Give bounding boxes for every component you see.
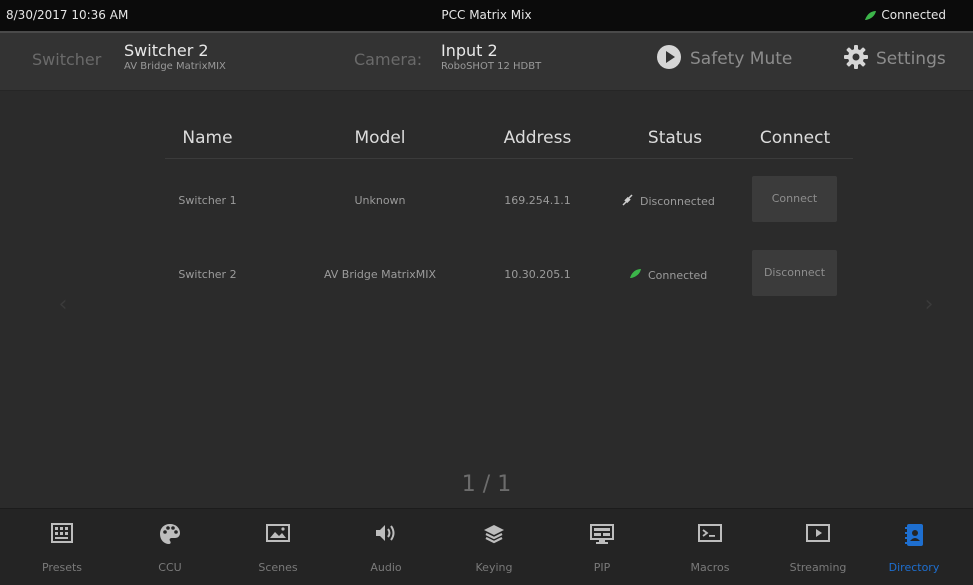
row-name: Switcher 1 — [178, 194, 237, 207]
safety-mute-button[interactable]: Safety Mute — [656, 44, 793, 75]
nav-label: Keying — [475, 561, 513, 574]
row-status: Disconnected — [621, 194, 715, 209]
row-name: Switcher 2 — [178, 268, 237, 281]
connect-button[interactable]: Connect — [752, 176, 837, 222]
column-header-address: Address — [503, 128, 572, 148]
layers-icon — [440, 523, 548, 547]
speaker-icon — [332, 523, 440, 547]
nav-label: CCU — [158, 561, 182, 574]
nav-label: Presets — [41, 561, 83, 574]
nav-audio[interactable]: Audio — [332, 509, 440, 585]
safety-mute-label: Safety Mute — [690, 49, 793, 69]
status-bar: 8/30/2017 10:36 AM PCC Matrix Mix Connec… — [0, 0, 973, 33]
row-status: Connected — [629, 268, 707, 282]
nav-scenes[interactable]: Scenes — [224, 509, 332, 585]
settings-button[interactable]: Settings — [843, 44, 946, 75]
nav-label: Directory — [888, 561, 940, 574]
nav-streaming[interactable]: Streaming — [764, 509, 872, 585]
row-model: AV Bridge MatrixMIX — [323, 268, 437, 281]
palette-icon — [116, 523, 224, 547]
terminal-icon — [656, 523, 764, 547]
switcher-label: Switcher — [32, 50, 102, 69]
nav-ccu[interactable]: CCU — [116, 509, 224, 585]
header-divider — [165, 158, 853, 159]
connected-leaf-icon — [629, 268, 642, 282]
nav-label: PIP — [593, 561, 611, 574]
play-icon — [764, 523, 872, 547]
column-header-status: Status — [647, 128, 703, 148]
header-bar: Switcher Switcher 2 AV Bridge MatrixMIX … — [0, 33, 973, 91]
connection-status: Connected — [881, 8, 946, 22]
nav-label: Audio — [370, 561, 402, 574]
nav-label: Streaming — [789, 561, 847, 574]
status-text: Disconnected — [640, 195, 715, 208]
image-icon — [224, 523, 332, 547]
nav-macros[interactable]: Macros — [656, 509, 764, 585]
camera-label: Camera: — [354, 50, 423, 69]
disconnect-button[interactable]: Disconnect — [752, 250, 837, 296]
book-icon — [860, 523, 968, 547]
nav-label: Macros — [690, 561, 730, 574]
row-address: 10.30.205.1 — [504, 268, 571, 281]
next-page-arrow-icon[interactable]: › — [918, 285, 940, 325]
settings-label: Settings — [876, 49, 946, 69]
nav-label: Scenes — [258, 561, 298, 574]
nav-presets[interactable]: Presets — [8, 509, 116, 585]
nav-keying[interactable]: Keying — [440, 509, 548, 585]
pip-icon — [548, 523, 656, 547]
nav-directory[interactable]: Directory — [860, 509, 968, 585]
switcher-name: Switcher 2 — [124, 41, 209, 60]
column-header-name: Name — [182, 128, 233, 148]
app-title: PCC Matrix Mix — [441, 8, 532, 22]
switcher-model: AV Bridge MatrixMIX — [124, 61, 226, 72]
grid-icon — [8, 523, 116, 547]
bottom-nav: Presets CCU Scenes Audio Keying PIP Macr… — [0, 508, 973, 585]
connected-leaf-icon — [864, 10, 877, 24]
camera-name: Input 2 — [441, 41, 498, 60]
camera-selector[interactable]: Input 2 RoboSHOT 12 HDBT — [441, 33, 601, 90]
nav-pip[interactable]: PIP — [548, 509, 656, 585]
switcher-selector[interactable]: Switcher 2 AV Bridge MatrixMIX — [124, 33, 284, 90]
play-circle-icon — [656, 44, 682, 75]
page-indicator: 1 / 1 — [461, 472, 512, 497]
row-model: Unknown — [354, 194, 406, 207]
column-header-model: Model — [354, 128, 406, 148]
column-header-connect: Connect — [759, 128, 831, 148]
row-address: 169.254.1.1 — [504, 194, 571, 207]
prev-page-arrow-icon[interactable]: ‹ — [52, 285, 74, 325]
camera-model: RoboSHOT 12 HDBT — [441, 61, 542, 72]
gear-icon — [843, 44, 869, 75]
disconnected-plug-icon — [621, 194, 634, 209]
status-text: Connected — [648, 268, 708, 282]
